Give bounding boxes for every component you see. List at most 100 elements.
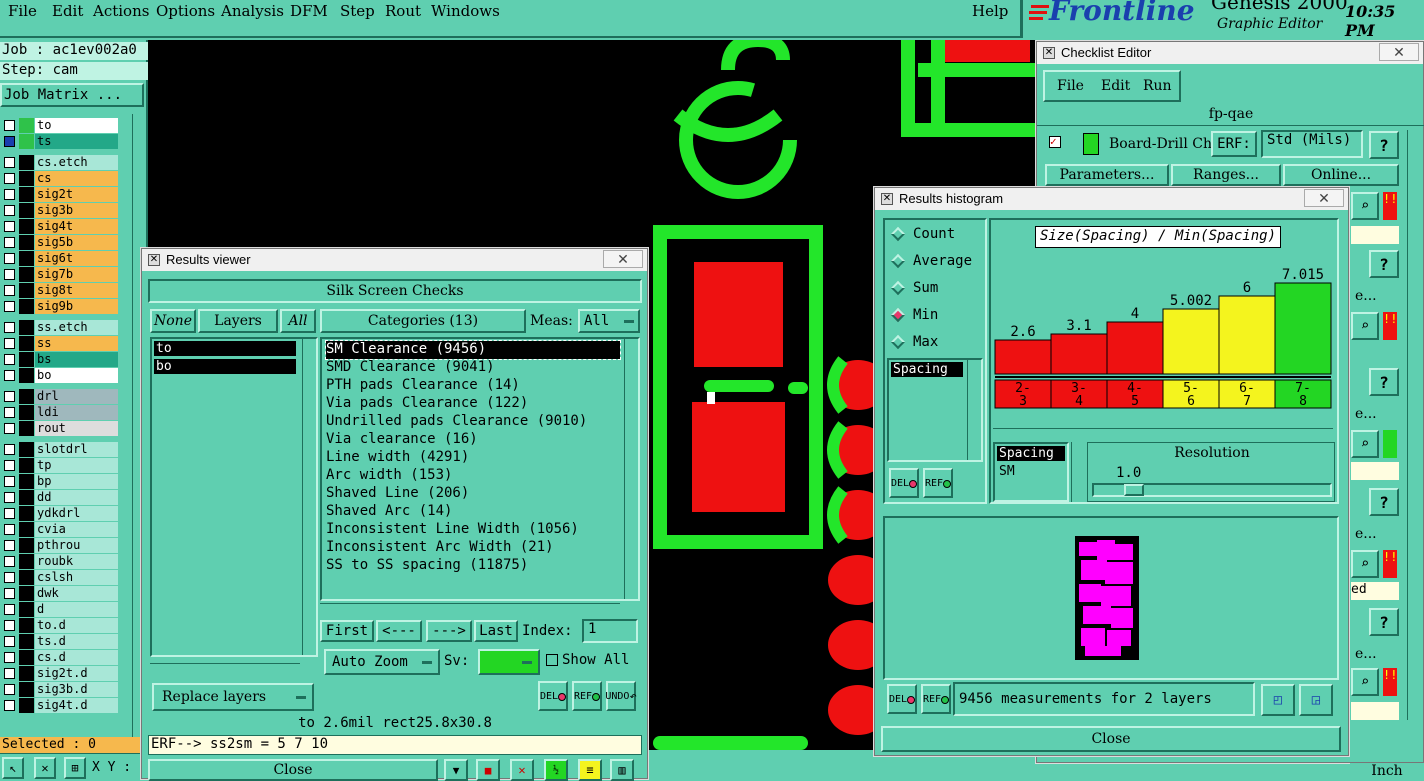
layer-checkbox[interactable] — [4, 301, 15, 312]
layer-item-bo[interactable]: bo — [154, 359, 296, 374]
layer-checkbox[interactable] — [4, 604, 15, 615]
layer-name[interactable]: ldi — [35, 405, 118, 420]
layer-checkbox[interactable] — [4, 338, 15, 349]
chart-icon[interactable]: ▥ — [610, 759, 634, 781]
histogram-bar[interactable] — [1050, 333, 1108, 375]
layer-color-swatch[interactable] — [19, 155, 34, 170]
layer-color-swatch[interactable] — [19, 171, 34, 186]
layer-color-swatch[interactable] — [19, 586, 34, 601]
layer-color-swatch[interactable] — [19, 118, 34, 133]
layer-name[interactable]: bo — [35, 368, 118, 383]
layer-color-swatch[interactable] — [19, 490, 34, 505]
layer-row[interactable]: cs.d — [2, 650, 118, 665]
layer-row[interactable]: roubk — [2, 554, 118, 569]
category-item[interactable]: SM Clearance (9456) — [325, 340, 621, 360]
type-list-scrollbar[interactable] — [967, 360, 981, 460]
layer-name[interactable]: ss — [35, 336, 118, 351]
layer-color-swatch[interactable] — [19, 650, 34, 665]
layer-row[interactable]: dwk — [2, 586, 118, 601]
category-item[interactable]: Undrilled pads Clearance (9010) — [326, 413, 587, 431]
layer-row[interactable]: bs — [2, 352, 118, 367]
layer-checkbox[interactable] — [4, 540, 15, 551]
layer-name[interactable]: to — [35, 118, 118, 133]
histogram-close-button[interactable]: Close — [881, 726, 1341, 752]
index-input[interactable]: 1 — [582, 619, 638, 643]
category-item[interactable]: PTH pads Clearance (14) — [326, 377, 520, 395]
show-all-checkbox[interactable] — [546, 654, 558, 666]
layer-checkbox[interactable] — [4, 476, 15, 487]
layer-checkbox[interactable] — [4, 221, 15, 232]
job-matrix-button[interactable]: Job Matrix ... — [0, 83, 144, 107]
layer-row[interactable]: sig5b — [2, 235, 118, 250]
layer-row[interactable]: sig8t — [2, 283, 118, 298]
drill-icon[interactable]: ▼ — [444, 759, 468, 781]
resolution-slider[interactable] — [1092, 483, 1332, 497]
layer-row[interactable]: cs — [2, 171, 118, 186]
sub-list[interactable]: Spacing SM — [993, 442, 1069, 502]
layer-color-swatch[interactable] — [19, 235, 34, 250]
item-checkbox[interactable]: ✓ — [1049, 136, 1061, 148]
layer-checkbox[interactable] — [4, 370, 15, 381]
pointer-tool-icon[interactable]: ↖ — [2, 757, 24, 779]
layer-row[interactable]: rout — [2, 421, 118, 436]
layer-checkbox[interactable] — [4, 556, 15, 567]
layer-checkbox[interactable] — [4, 354, 15, 365]
category-item[interactable]: SS to SS spacing (11875) — [326, 557, 528, 575]
layer-name[interactable]: cslsh — [35, 570, 118, 585]
layer-name[interactable]: sig4t.d — [35, 698, 118, 713]
layer-name[interactable]: sig9b — [35, 299, 118, 314]
layer-row[interactable]: to.d — [2, 618, 118, 633]
categories-hscroll[interactable] — [320, 603, 620, 617]
layer-color-swatch[interactable] — [19, 570, 34, 585]
undo-button[interactable]: UNDO ↶ — [605, 681, 637, 711]
checklist-scrollbar[interactable] — [1407, 130, 1421, 720]
layer-checkbox[interactable] — [4, 391, 15, 402]
layer-checkbox[interactable] — [4, 285, 15, 296]
cancel-icon[interactable]: ✕ — [510, 759, 534, 781]
unit-indicator[interactable]: Inch — [1350, 763, 1424, 779]
help-icon[interactable]: ? — [1369, 131, 1399, 159]
layer-checkbox[interactable] — [4, 700, 15, 711]
layer-checkbox[interactable] — [4, 423, 15, 434]
type-list[interactable]: Spacing — [887, 358, 983, 462]
layer-row[interactable]: sig9b — [2, 299, 118, 314]
auto-zoom-select[interactable]: Auto Zoom — [324, 649, 440, 675]
online-button[interactable]: Online... — [1283, 164, 1399, 186]
layer-color-swatch[interactable] — [19, 368, 34, 383]
menu-dfm[interactable]: DFM — [290, 2, 328, 20]
layer-name[interactable]: dd — [35, 490, 118, 505]
zoom-icon[interactable]: ⌕ — [1351, 312, 1379, 340]
layer-color-swatch[interactable] — [19, 267, 34, 282]
layer-name[interactable]: sig4t — [35, 219, 118, 234]
help-icon[interactable]: ? — [1369, 368, 1399, 396]
category-item[interactable]: Line width (4291) — [326, 449, 469, 467]
notes-icon[interactable]: ≡ — [578, 759, 602, 781]
layer-name[interactable]: to.d — [35, 618, 118, 633]
layer-color-swatch[interactable] — [19, 618, 34, 633]
layer-color-swatch[interactable] — [19, 405, 34, 420]
erf-value[interactable]: Std (Mils) — [1261, 130, 1363, 158]
layer-checkbox[interactable] — [4, 460, 15, 471]
layer-name[interactable]: sig6t — [35, 251, 118, 266]
layer-row[interactable]: dd — [2, 490, 118, 505]
help-icon[interactable]: ? — [1369, 250, 1399, 278]
layer-color-swatch[interactable] — [19, 442, 34, 457]
layer-name[interactable]: tp — [35, 458, 118, 473]
menu-rout[interactable]: Rout — [385, 2, 421, 20]
none-button[interactable]: None — [150, 309, 196, 333]
layer-row[interactable]: ts — [2, 134, 118, 149]
hist-del-button[interactable]: DEL — [889, 468, 919, 498]
layer-checkbox[interactable] — [4, 508, 15, 519]
histogram-bar[interactable] — [1274, 282, 1332, 375]
layer-name[interactable]: sig7b — [35, 267, 118, 282]
histogram-hscroll[interactable] — [993, 428, 1333, 442]
layer-color-swatch[interactable] — [19, 522, 34, 537]
category-item[interactable]: Shaved Arc (14) — [326, 503, 452, 521]
layer-name[interactable]: cvia — [35, 522, 118, 537]
category-item[interactable]: Via clearance (16) — [326, 431, 478, 449]
layer-checkbox[interactable] — [4, 588, 15, 599]
category-item[interactable]: Via pads Clearance (122) — [326, 395, 528, 413]
del-button[interactable]: DEL — [538, 681, 568, 711]
prev-button[interactable]: <--- — [376, 620, 422, 642]
layer-color-swatch[interactable] — [19, 602, 34, 617]
